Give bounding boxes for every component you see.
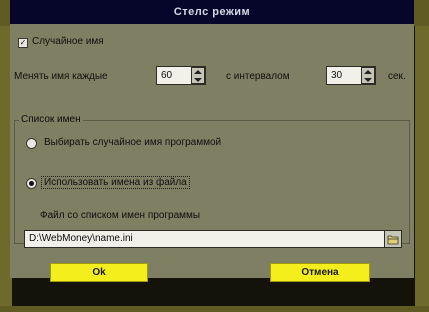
use-file-radio[interactable]	[26, 178, 37, 189]
use-file-label: Использовать имена из файла	[41, 176, 190, 189]
random-program-radio[interactable]	[26, 138, 37, 149]
window-title: Стелс режим	[10, 0, 414, 24]
change-every-spinner[interactable]	[191, 67, 205, 84]
spin-arrows-icon	[194, 69, 202, 82]
interval-label: с интервалом	[226, 71, 290, 82]
folder-icon	[387, 235, 399, 244]
interval-spinner[interactable]	[361, 67, 375, 84]
file-list-label: Файл со списком имен программы	[40, 210, 201, 221]
seconds-unit: сек.	[388, 71, 406, 82]
random-name-label: Случайное имя	[32, 36, 104, 47]
file-path-input[interactable]: D:\WebMoney\name.ini	[24, 230, 402, 248]
spin-arrows-icon	[364, 69, 372, 82]
stealth-dialog: ✓ Случайное имя Менять имя каждые 60 с и…	[10, 24, 414, 278]
ok-button[interactable]: Ok	[50, 263, 148, 282]
random-name-checkbox[interactable]: ✓	[18, 38, 28, 48]
names-list-label: Список имен	[19, 114, 83, 125]
cancel-button[interactable]: Отмена	[270, 263, 370, 282]
random-program-label: Выбирать случайное имя программой	[44, 137, 222, 148]
change-every-label: Менять имя каждые	[14, 71, 108, 82]
browse-button[interactable]	[384, 231, 401, 247]
